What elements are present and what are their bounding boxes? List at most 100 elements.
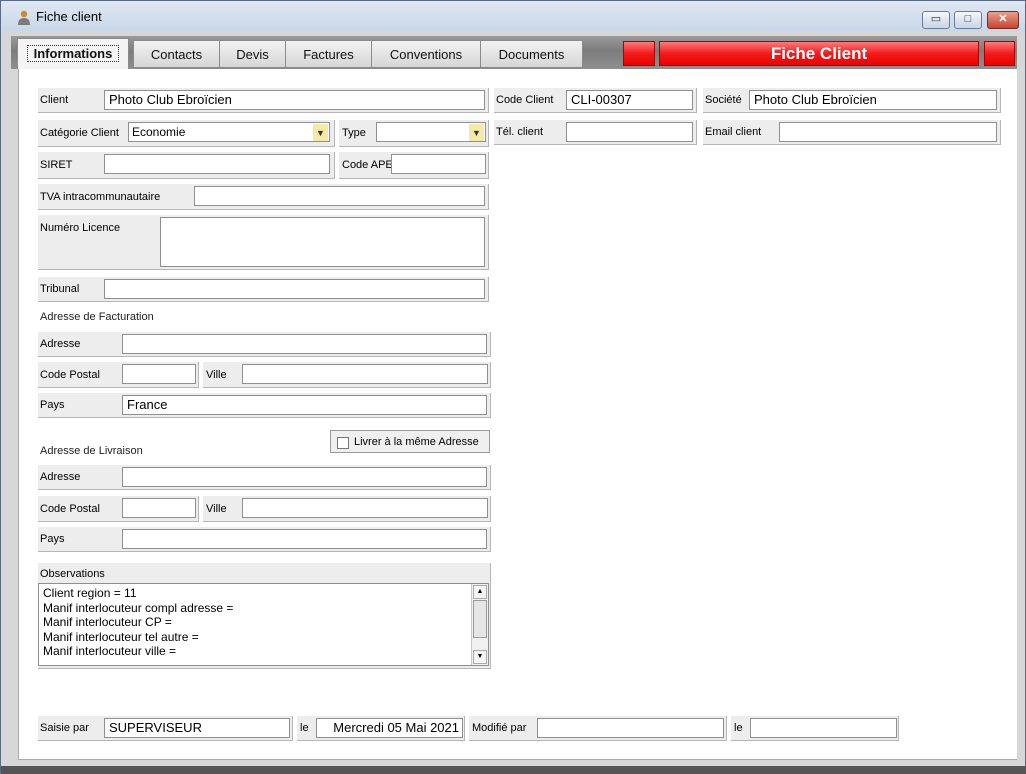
informations-panel: Client Photo Club Ebroïcien Code Client … (18, 69, 1017, 760)
code-ape-label: Code APE (342, 159, 393, 171)
client-row: Client Photo Club Ebroïcien (38, 88, 489, 113)
livraison-title: Adresse de Livraison (40, 445, 143, 457)
observations-textarea[interactable]: Client region = 11 Manif interlocuteur c… (38, 583, 489, 666)
tva-label: TVA intracommunautaire (40, 191, 161, 203)
livr-adresse-row: Adresse (38, 465, 491, 490)
tribunal-row: Tribunal (38, 277, 489, 302)
saisie-label: Saisie par (40, 722, 89, 734)
categorie-label: Catégorie Client (40, 127, 119, 139)
checkbox-box[interactable] (337, 437, 349, 449)
livr-adresse-input[interactable] (122, 467, 487, 487)
scroll-thumb[interactable] (473, 600, 487, 638)
observation-line: Manif interlocuteur compl adresse = (43, 600, 234, 615)
saisie-date-input[interactable]: Mercredi 05 Mai 2021 (316, 718, 463, 738)
licence-row: Numéro Licence (38, 215, 489, 270)
fact-pays-input[interactable]: France (122, 395, 487, 415)
tva-row: TVA intracommunautaire (38, 184, 489, 210)
tab-contacts[interactable]: Contacts (133, 40, 220, 68)
code-client-row: Code Client CLI-00307 (494, 88, 697, 113)
email-client-row: Email client (703, 120, 1001, 145)
close-button[interactable]: ✕ (987, 11, 1019, 29)
livr-cp-label: Code Postal (40, 503, 100, 515)
siret-label: SIRET (40, 159, 73, 171)
tab-informations[interactable]: Informations (17, 38, 129, 69)
client-input[interactable]: Photo Club Ebroïcien (104, 90, 485, 110)
tribunal-input[interactable] (104, 279, 485, 299)
observation-line: Manif interlocuteur tel autre = (43, 629, 199, 644)
window-title: Fiche client (36, 9, 102, 24)
licence-input[interactable] (160, 217, 485, 267)
livr-cp-row: Code Postal (38, 496, 199, 522)
header-accent-right (984, 41, 1015, 66)
header-title: Fiche Client (659, 41, 979, 66)
arrow-up-icon[interactable]: ▲ (473, 585, 487, 599)
facturation-title: Adresse de Facturation (40, 311, 154, 323)
livr-pays-input[interactable] (122, 529, 487, 549)
minimize-button[interactable]: ▭ (922, 11, 950, 29)
modifie-row: Modifié par (469, 716, 727, 741)
fact-pays-row: Pays France (38, 393, 491, 418)
saisie-row: Saisie par SUPERVISEUR (38, 716, 293, 741)
code-client-input[interactable]: CLI-00307 (566, 90, 693, 110)
tel-client-input[interactable] (566, 122, 693, 142)
fact-ville-input[interactable] (242, 364, 488, 384)
categorie-select[interactable]: Economie ▼ (128, 122, 330, 142)
tel-client-row: Tél. client (494, 120, 697, 145)
observation-line: Manif interlocuteur CP = (43, 615, 172, 629)
siret-input[interactable] (104, 154, 330, 174)
observations-label: Observations (40, 568, 105, 580)
user-icon (18, 10, 30, 25)
fact-ville-row: Ville (203, 362, 491, 388)
type-label: Type (342, 127, 366, 139)
livr-cp-input[interactable] (122, 498, 196, 518)
categorie-value: Economie (132, 125, 186, 139)
chevron-down-icon[interactable]: ▼ (469, 124, 484, 141)
observation-line: Client region = 11 (43, 586, 137, 600)
tribunal-label: Tribunal (40, 283, 80, 295)
livr-ville-row: Ville (203, 496, 491, 522)
observation-line: Manif interlocuteur ville = (43, 644, 177, 658)
fact-pays-label: Pays (40, 399, 65, 411)
societe-input[interactable]: Photo Club Ebroïcien (749, 90, 997, 110)
title-bar: Fiche client ▭ □ ✕ (1, 1, 1025, 31)
fact-cp-row: Code Postal (38, 362, 199, 388)
arrow-down-icon[interactable]: ▼ (473, 650, 487, 664)
categorie-row: Catégorie Client Economie ▼ (38, 120, 335, 147)
saisie-input[interactable]: SUPERVISEUR (104, 718, 290, 738)
tab-documents[interactable]: Documents (480, 40, 583, 68)
modifie-input[interactable] (537, 718, 724, 738)
fact-adresse-input[interactable] (122, 334, 487, 354)
type-select[interactable]: ▼ (376, 122, 486, 142)
code-ape-input[interactable] (391, 154, 486, 174)
licence-label: Numéro Licence (40, 222, 121, 234)
fact-ville-label: Ville (206, 369, 227, 381)
fact-adresse-row: Adresse (38, 332, 491, 357)
modifie-date-input[interactable] (750, 718, 897, 738)
header-accent-left (623, 41, 655, 66)
modifie-label: Modifié par (472, 722, 527, 734)
tel-client-label: Tél. client (496, 126, 544, 138)
client-label: Client (40, 94, 69, 106)
tab-bar: Informations Contacts Devis Factures Con… (11, 36, 1017, 69)
code-client-label: Code Client (496, 94, 554, 106)
chevron-down-icon[interactable]: ▼ (313, 124, 328, 141)
observations-scrollbar[interactable]: ▲ ▼ (471, 584, 488, 665)
tab-conventions[interactable]: Conventions (371, 40, 481, 68)
code-ape-row: Code APE (339, 152, 489, 179)
fact-cp-label: Code Postal (40, 369, 100, 381)
email-client-label: Email client (705, 126, 762, 138)
livr-ville-input[interactable] (242, 498, 488, 518)
same-address-checkbox[interactable]: Livrer à la même Adresse (330, 430, 490, 453)
societe-row: Société Photo Club Ebroïcien (703, 88, 1001, 113)
maximize-button[interactable]: □ (954, 11, 982, 29)
tab-label: Informations (26, 45, 120, 62)
email-client-input[interactable] (779, 122, 997, 142)
saisie-date-row: le Mercredi 05 Mai 2021 (297, 716, 465, 741)
observations-row: Observations Client region = 11 Manif in… (38, 563, 491, 669)
tab-factures[interactable]: Factures (285, 40, 372, 68)
fact-cp-input[interactable] (122, 364, 196, 384)
siret-row: SIRET (38, 152, 335, 179)
tva-input[interactable] (194, 186, 485, 206)
societe-label: Société (705, 94, 742, 106)
tab-devis[interactable]: Devis (219, 40, 286, 68)
